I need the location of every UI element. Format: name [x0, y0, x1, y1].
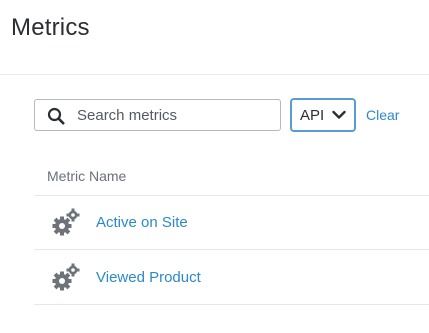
- gears-icon: [52, 208, 80, 236]
- source-select[interactable]: API: [290, 98, 356, 132]
- metric-link-viewed-product[interactable]: Viewed Product: [96, 269, 201, 286]
- clear-link[interactable]: Clear: [366, 107, 399, 123]
- source-select-value: API: [300, 107, 325, 124]
- metrics-page: Metrics API Clear Metric Name: [0, 0, 429, 333]
- table-row: Active on Site: [34, 195, 429, 249]
- search-icon: [47, 107, 65, 125]
- gears-icon: [52, 263, 80, 291]
- metric-link-active-on-site[interactable]: Active on Site: [96, 214, 188, 231]
- table-row: Viewed Product: [34, 250, 429, 304]
- search-input[interactable]: [77, 100, 275, 130]
- search-box[interactable]: [34, 99, 281, 131]
- header-divider: [0, 74, 429, 75]
- column-header-metric-name[interactable]: Metric Name: [47, 168, 126, 184]
- chevron-down-icon: [332, 110, 346, 119]
- page-title: Metrics: [11, 14, 90, 41]
- row-divider: [34, 304, 429, 305]
